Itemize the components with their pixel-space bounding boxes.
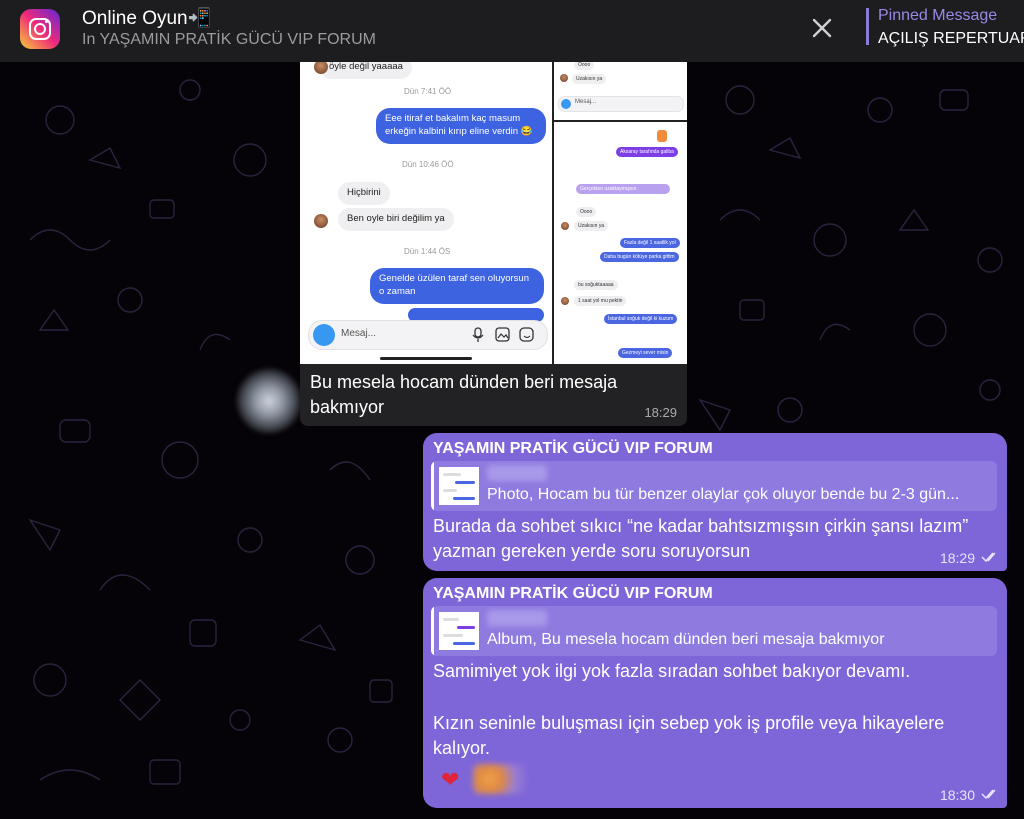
quoted-sender-blurred xyxy=(487,610,547,626)
chat-bubble: Ben oyle biri değilim ya xyxy=(338,208,454,231)
heart-reaction[interactable]: ❤ xyxy=(441,767,459,793)
notification-subtitle: In YAŞAMIN PRATİK GÜCÜ VIP FORUM xyxy=(82,31,376,48)
message-text: Kızın seninle buluşması için sebep yok i… xyxy=(433,713,945,758)
chat-bubble: öyle değil yaaaaa xyxy=(320,62,412,79)
instagram-icon xyxy=(20,9,60,49)
home-indicator xyxy=(380,357,472,360)
quoted-photo-thumbnail xyxy=(439,612,479,650)
chat-bubble: Uzakısın ya xyxy=(574,221,609,231)
outgoing-reply-message[interactable]: YAŞAMIN PRATİK GÜCÜ VIP FORUM Photo, Hoc… xyxy=(423,433,1007,571)
notification-bar[interactable]: Online Oyun📲 In YAŞAMIN PRATİK GÜCÜ VIP … xyxy=(0,0,1024,62)
incoming-album-message[interactable]: öyle değil yaaaaa Dün 7:41 ÖÖ Eee itiraf… xyxy=(300,62,687,426)
emoji-sticker xyxy=(657,130,667,142)
album-photo-3[interactable]: Aksaray tarafında galiba Gerçekten uzakt… xyxy=(554,122,687,364)
message-time: 18:29 xyxy=(644,405,677,420)
quoted-text: Album, Bu mesela hocam dünden beri mesaj… xyxy=(487,631,885,648)
timestamp: Dün 1:44 ÖS xyxy=(404,247,451,256)
camera-icon xyxy=(313,324,335,346)
chat-bubble: Hiçbirini xyxy=(338,182,390,205)
chat-bubble: Oooo xyxy=(576,207,597,217)
camera-icon xyxy=(561,99,571,109)
compose-bar: Mesaj... xyxy=(308,320,548,350)
close-icon[interactable] xyxy=(808,14,836,42)
album-photo-main[interactable]: öyle değil yaaaaa Dün 7:41 ÖÖ Eee itiraf… xyxy=(300,62,552,364)
compose-placeholder: Mesaj... xyxy=(341,328,377,339)
read-ticks-icon xyxy=(981,552,996,563)
read-ticks-icon xyxy=(981,789,996,800)
sticker-icon xyxy=(519,327,534,342)
compose-placeholder: Mesaj... xyxy=(575,99,597,105)
chat-bubble: Uzakısın ya xyxy=(572,74,607,84)
sender-avatar[interactable] xyxy=(236,368,302,434)
chat-bubble: 1 saat yol mu pektin xyxy=(574,296,627,306)
quoted-text: Photo, Hocam bu tür benzer olaylar çok o… xyxy=(487,486,960,503)
chat-bubble: Genelde üzülen taraf sen oluyorsun o zam… xyxy=(370,268,544,304)
notification-title: Online Oyun📲 xyxy=(82,8,212,29)
pinned-message-text[interactable]: AÇILIŞ REPERTUAR xyxy=(878,30,1024,48)
album-photo-2[interactable]: Oooo Uzakısın ya Mesaj... xyxy=(554,62,687,120)
chat-bubble: Eee itiraf et bakalım kaç masum erkeğin … xyxy=(376,108,546,144)
pinned-accent-bar xyxy=(866,8,869,45)
avatar xyxy=(561,297,569,305)
chat-bubble: Oooo xyxy=(574,62,595,70)
chat-bubble: Aksaray tarafında galiba xyxy=(616,147,678,157)
chat-bubble: Gezmeyi sever misin xyxy=(618,348,673,358)
quoted-message[interactable]: Photo, Hocam bu tür benzer olaylar çok o… xyxy=(431,461,997,511)
chat-bubble: Daha bugün kötüye parka gittim xyxy=(600,252,679,262)
avatar xyxy=(560,74,568,82)
chat-bubble: Fazla değil 1 saatlik yol xyxy=(620,238,680,248)
gallery-icon xyxy=(495,327,510,342)
quoted-message[interactable]: Album, Bu mesela hocam dünden beri mesaj… xyxy=(431,606,997,656)
quoted-photo-thumbnail xyxy=(439,467,479,505)
message-time: 18:30 xyxy=(939,787,975,803)
avatar xyxy=(561,222,569,230)
chat-bubble: bu soğuktaaaaa xyxy=(574,280,618,290)
reactor-avatar-blurred xyxy=(473,764,527,794)
quoted-sender-blurred xyxy=(487,465,547,481)
group-name[interactable]: YAŞAMIN PRATİK GÜCÜ VIP FORUM xyxy=(433,440,713,458)
timestamp: Dün 10:46 ÖÖ xyxy=(402,160,454,169)
message-text: Burada da sohbet sıkıcı “ne kadar bahtsı… xyxy=(433,516,969,561)
chat-bubble: İstanbul soğuk değil ki kuzum xyxy=(604,314,678,324)
pinned-message-label[interactable]: Pinned Message xyxy=(878,7,997,25)
timestamp: Dün 7:41 ÖÖ xyxy=(404,87,452,96)
message-text: Samimiyet yok ilgi yok fazla sıradan soh… xyxy=(433,661,911,681)
chat-bubble: Gerçekten uzaktaymışsın xyxy=(576,184,670,194)
message-time: 18:29 xyxy=(939,550,975,566)
quote-accent xyxy=(431,606,434,656)
group-name[interactable]: YAŞAMIN PRATİK GÜCÜ VIP FORUM xyxy=(433,585,713,603)
quote-accent xyxy=(431,461,434,511)
message-caption: Bu mesela hocam dünden beri mesaja bakmı… xyxy=(310,372,618,417)
outgoing-reply-message[interactable]: YAŞAMIN PRATİK GÜCÜ VIP FORUM Album, Bu … xyxy=(423,578,1007,808)
microphone-icon xyxy=(472,327,484,342)
compose-bar: Mesaj... xyxy=(558,96,684,112)
avatar xyxy=(314,214,328,228)
